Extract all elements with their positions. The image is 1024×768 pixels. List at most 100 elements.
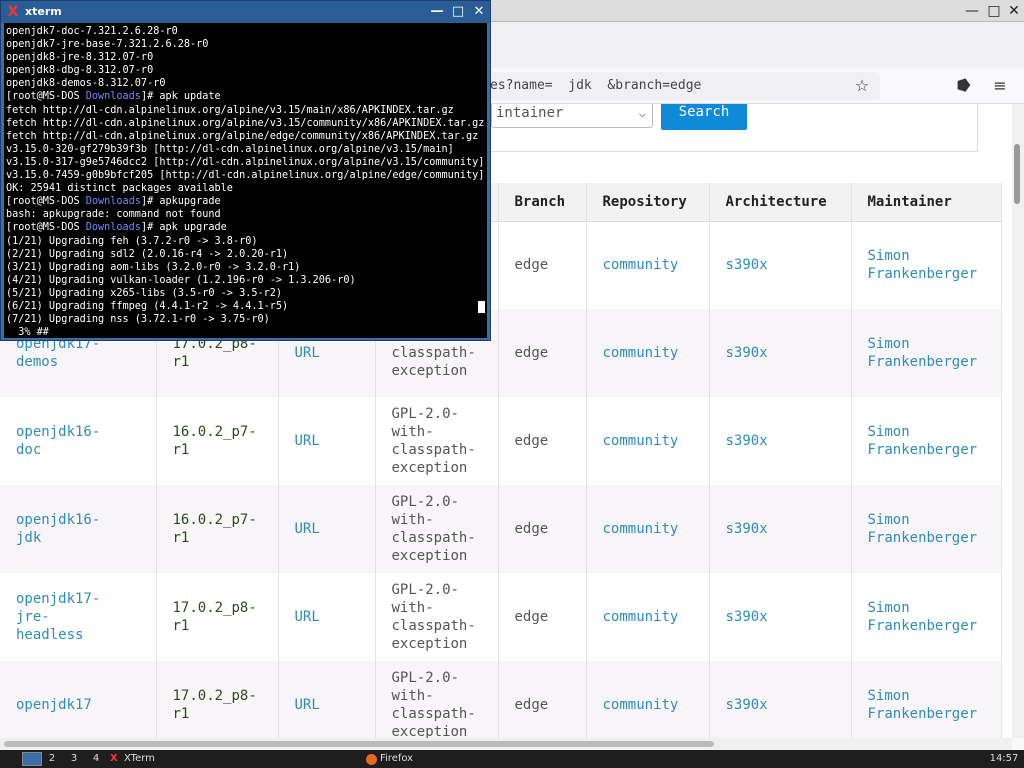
task-label: Firefox xyxy=(380,753,414,764)
terminal-line: fetch http://dl-cdn.alpinelinux.org/alpi… xyxy=(6,130,479,142)
search-form: intainer ⌵ Search xyxy=(490,104,978,152)
cell-repo[interactable]: community xyxy=(586,661,710,738)
terminal-line: openjdk7-doc-7.321.2.6.28-r0 xyxy=(6,26,178,37)
firefox-titlebar: — □ ✕ xyxy=(490,0,1024,22)
clock: 14:57 xyxy=(989,753,1019,764)
terminal-line: (3/21) Upgrading aom-libs (3.2.0-r0 -> 3… xyxy=(6,261,301,273)
cell-url[interactable]: URL xyxy=(278,397,376,485)
pocket-icon[interactable]: ⭓ xyxy=(954,76,974,96)
cell-license: GPL-2.0- with- classpath- exception xyxy=(375,661,499,738)
cell-maint[interactable]: Simon Frankenberger xyxy=(851,397,1002,485)
cell-branch: edge xyxy=(498,397,587,485)
terminal-line: (5/21) Upgrading x265-libs (3.5-r0 -> 3.… xyxy=(6,287,283,299)
url-part: jdk xyxy=(568,78,592,93)
terminal-line: openjdk8-demos-8.312.07-r0 xyxy=(6,78,166,90)
cell-version: 17.0.2_p8- r1 xyxy=(156,573,279,661)
xterm-window[interactable]: X xterm — □ ✕ openjdk7-doc-7.321.2.6.28-… xyxy=(0,0,491,341)
column-header: Maintainer xyxy=(851,183,1002,222)
bookmark-star-icon[interactable]: ☆ xyxy=(852,76,872,96)
search-button[interactable]: Search xyxy=(661,104,747,130)
terminal-line: (2/21) Upgrading sdl2 (2.0.16-r4 -> 2.0.… xyxy=(6,248,289,260)
taskbar-task-firefox[interactable]: Firefox xyxy=(364,751,664,767)
vertical-scrollbar[interactable] xyxy=(1012,104,1024,738)
close-icon[interactable]: ✕ xyxy=(1006,3,1022,19)
terminal-line: (6/21) Upgrading ffmpeg (4.4.1-r2 -> 4.4… xyxy=(6,300,289,312)
cell-version: 17.0.2_p8- r1 xyxy=(156,661,279,738)
minimize-icon[interactable]: — xyxy=(429,4,445,20)
cell-repo[interactable]: community xyxy=(586,397,710,485)
cell-maint[interactable]: Simon Frankenberger xyxy=(851,309,1002,397)
horizontal-scrollbar[interactable] xyxy=(0,738,1012,750)
cell-branch: edge xyxy=(498,309,587,397)
firefox-icon xyxy=(366,754,377,765)
close-icon[interactable]: ✕ xyxy=(471,4,487,20)
url-part: &branch=edge xyxy=(607,78,702,93)
cell-repo[interactable]: community xyxy=(586,221,710,309)
terminal-line: openjdk7-jre-base-7.321.2.6.28-r0 xyxy=(6,39,209,51)
cell-arch[interactable]: s390x xyxy=(709,397,852,485)
cell-repo[interactable]: community xyxy=(586,485,710,573)
terminal-line: (4/21) Upgrading vulkan-loader (1.2.196-… xyxy=(6,274,356,286)
cell-name[interactable]: openjdk16- doc xyxy=(0,397,157,485)
restore-icon[interactable]: □ xyxy=(986,3,1002,19)
column-header: Repository xyxy=(586,183,710,222)
taskbar: 2 3 4 X XTerm Firefox 14:57 xyxy=(0,750,1024,768)
table-row: openjdk16- doc 16.0.2_p7- r1 URL GPL-2.0- w… xyxy=(0,397,1002,485)
xterm-title: xterm xyxy=(25,5,62,18)
cell-branch: edge xyxy=(498,485,587,573)
terminal-line: 3% ## xyxy=(6,327,49,338)
cell-maint[interactable]: Simon Frankenberger xyxy=(851,573,1002,661)
terminal-line: fetch http://dl-cdn.alpinelinux.org/alpi… xyxy=(6,117,485,129)
terminal-line: bash: apkupgrade: command not found xyxy=(6,209,221,221)
cell-repo[interactable]: community xyxy=(586,309,710,397)
field-select[interactable]: intainer ⌵ xyxy=(491,104,653,128)
cell-maint[interactable]: Simon Frankenberger xyxy=(851,485,1002,573)
cell-license: GPL-2.0- with- classpath- exception xyxy=(375,397,499,485)
xterm-logo-icon: X xyxy=(7,4,19,20)
cell-url[interactable]: URL xyxy=(278,485,376,573)
cell-maint[interactable]: Simon Frankenberger xyxy=(851,221,1002,309)
cell-repo[interactable]: community xyxy=(586,573,710,661)
terminal-output[interactable]: openjdk7-doc-7.321.2.6.28-r0 openjdk7-jre… xyxy=(4,23,487,338)
cell-arch[interactable]: s390x xyxy=(709,485,852,573)
taskbar-task-xterm[interactable]: X XTerm xyxy=(108,751,360,767)
task-label: XTerm xyxy=(124,753,155,764)
workspace-button[interactable]: 2 xyxy=(44,752,60,766)
table-row: openjdk17- jre- headless 17.0.2_p8- r1 URL… xyxy=(0,573,1002,661)
cell-maint[interactable]: Simon Frankenberger xyxy=(851,661,1002,738)
menu-icon[interactable]: ≡ xyxy=(990,76,1010,96)
cell-arch[interactable]: s390x xyxy=(709,221,852,309)
scroll-thumb[interactable] xyxy=(1014,144,1020,204)
column-header: Branch xyxy=(498,183,587,222)
xterm-icon: X xyxy=(110,753,118,764)
chevron-down-icon: ⌵ xyxy=(638,106,646,120)
workspace-1-button[interactable] xyxy=(22,752,42,766)
cell-arch[interactable]: s390x xyxy=(709,661,852,738)
terminal-line: fetch http://dl-cdn.alpinelinux.org/alpi… xyxy=(6,104,454,116)
xterm-titlebar[interactable]: X xterm — □ ✕ xyxy=(1,1,490,23)
terminal-line: (7/21) Upgrading nss (3.72.1-r0 -> 3.75-… xyxy=(6,314,270,326)
cell-name[interactable]: openjdk17 xyxy=(0,661,157,738)
cell-name[interactable]: openjdk17- jre- headless xyxy=(0,573,157,661)
terminal-line: v3.15.0-7459-g0b9bfcf205 [http://dl-cdn.… xyxy=(6,170,485,182)
url-part: es?name= xyxy=(490,78,553,93)
cell-arch[interactable]: s390x xyxy=(709,573,852,661)
cell-name[interactable]: openjdk16- jdk xyxy=(0,485,157,573)
terminal-line: [root@MS-DOS Downloads]# apk upgrade xyxy=(6,222,227,234)
workspace-button[interactable]: 3 xyxy=(66,752,82,766)
terminal-line: v3.15.0-317-g9e5746dcc2 [http://dl-cdn.a… xyxy=(6,156,485,168)
tab-strip xyxy=(490,22,1024,68)
terminal-line: [root@MS-DOS Downloads]# apkupgrade xyxy=(6,196,221,208)
cell-url[interactable]: URL xyxy=(278,661,376,738)
maximize-icon[interactable]: □ xyxy=(450,4,466,20)
cell-url[interactable]: URL xyxy=(278,573,376,661)
table-row: openjdk16- jdk 16.0.2_p7- r1 URL GPL-2.0- w… xyxy=(0,485,1002,573)
url-bar[interactable]: es?name= jdk &branch=edge ☆ xyxy=(490,72,880,100)
cell-version: 16.0.2_p7- r1 xyxy=(156,485,279,573)
cell-arch[interactable]: s390x xyxy=(709,309,852,397)
terminal-line: (1/21) Upgrading feh (3.7.2-r0 -> 3.8-r0… xyxy=(6,235,258,247)
scroll-thumb[interactable] xyxy=(4,741,714,747)
workspace-button[interactable]: 4 xyxy=(88,752,104,766)
minimize-icon[interactable]: — xyxy=(964,3,980,19)
column-header: Architecture xyxy=(709,183,852,222)
